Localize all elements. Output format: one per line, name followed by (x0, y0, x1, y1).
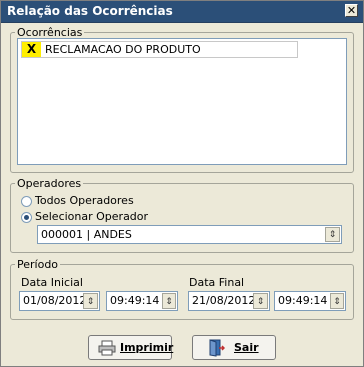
operadores-legend: Operadores (17, 177, 82, 190)
data-inicial-time-field[interactable]: 09:49:14 ⇕ (106, 291, 178, 311)
imprimir-button[interactable]: Imprimir (88, 335, 174, 360)
radio-todos-operadores[interactable] (21, 196, 32, 207)
checked-mark-icon: X (22, 42, 41, 57)
radio-todos-label[interactable]: Todos Operadores (35, 194, 134, 207)
chevron-down-icon[interactable]: ⇕ (325, 227, 340, 242)
data-final-date-field[interactable]: 21/08/2012 ⇕ (188, 291, 270, 311)
sair-button[interactable]: Sair (192, 335, 276, 360)
data-inicial-label: Data Inicial (21, 276, 83, 289)
data-final-time-value: 09:49:14 (278, 294, 328, 307)
date-spinner-icon[interactable]: ⇕ (83, 293, 98, 309)
time-spinner-icon[interactable]: ⇕ (162, 293, 176, 309)
sair-label: Sair (234, 341, 259, 354)
window-title: Relação das Ocorrências (7, 4, 173, 18)
imprimir-label: Imprimir (120, 341, 174, 354)
title-bar: Relação das Ocorrências ✕ (1, 1, 363, 23)
radio-selecionar-label[interactable]: Selecionar Operador (35, 210, 148, 223)
data-inicial-date-value: 01/08/2012 (23, 294, 87, 307)
time-spinner-icon[interactable]: ⇕ (330, 293, 344, 309)
radio-selecionar-operador[interactable] (21, 212, 32, 223)
data-final-time-field[interactable]: 09:49:14 ⇕ (274, 291, 346, 311)
ocorrencias-list[interactable]: X RECLAMACAO DO PRODUTO (17, 38, 347, 165)
operator-select-value: 000001 | ANDES (41, 228, 132, 241)
window: Relação das Ocorrências ✕ Ocorrências X … (0, 0, 364, 367)
data-final-date-value: 21/08/2012 (192, 294, 256, 307)
date-spinner-icon[interactable]: ⇕ (253, 293, 268, 309)
exit-door-icon (209, 339, 225, 357)
close-button[interactable]: ✕ (345, 4, 358, 17)
list-item[interactable]: X RECLAMACAO DO PRODUTO (21, 41, 298, 58)
list-item-label: RECLAMACAO DO PRODUTO (45, 43, 201, 56)
periodo-legend: Período (17, 258, 59, 271)
data-final-label: Data Final (189, 276, 245, 289)
operator-select[interactable]: 000001 | ANDES ⇕ (37, 225, 342, 244)
data-inicial-time-value: 09:49:14 (110, 294, 160, 307)
close-icon: ✕ (346, 4, 357, 17)
printer-icon (98, 340, 116, 356)
data-inicial-date-field[interactable]: 01/08/2012 ⇕ (19, 291, 100, 311)
